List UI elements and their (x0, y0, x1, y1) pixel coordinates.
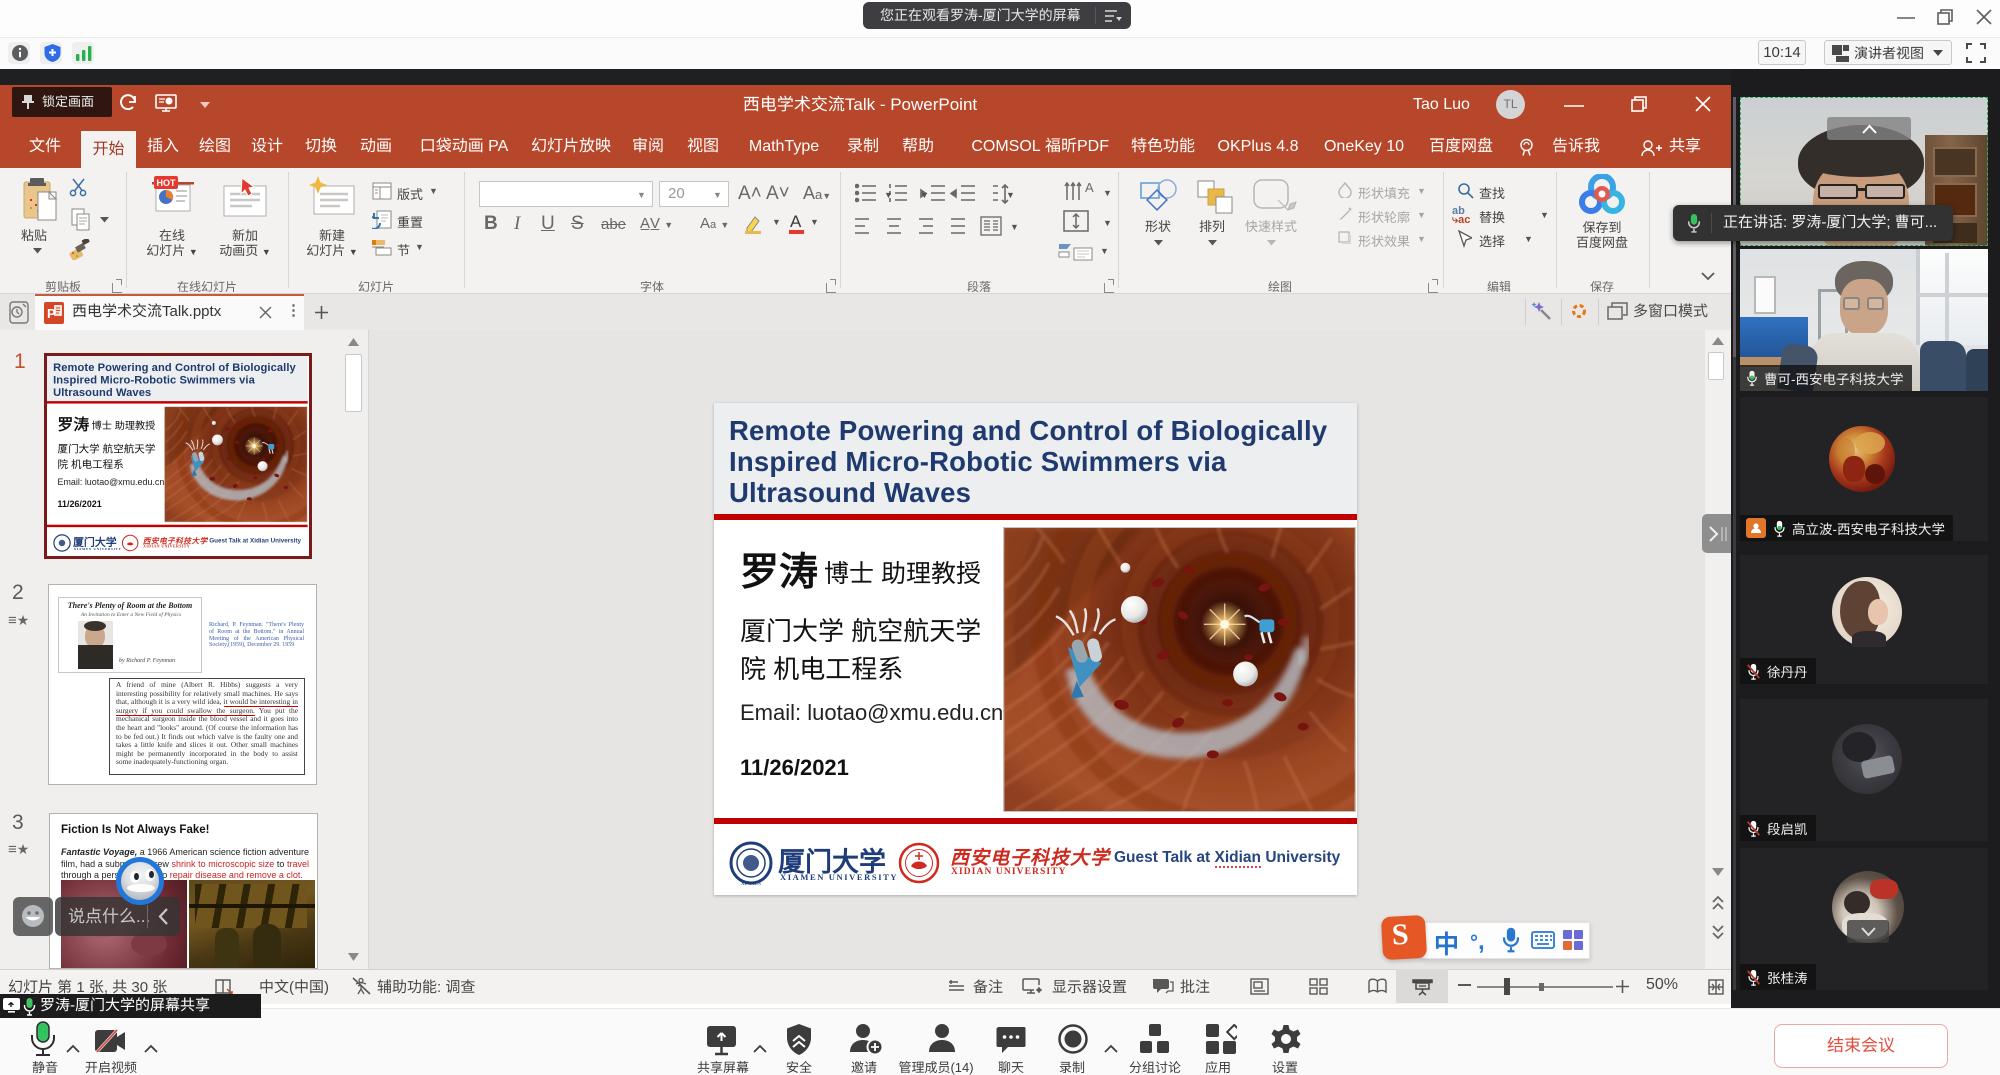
svg-text:P: P (47, 306, 56, 321)
svg-text:XIAMEN: XIAMEN (741, 882, 761, 887)
svg-text:A: A (1085, 180, 1094, 195)
svg-text:HOT: HOT (157, 178, 177, 188)
